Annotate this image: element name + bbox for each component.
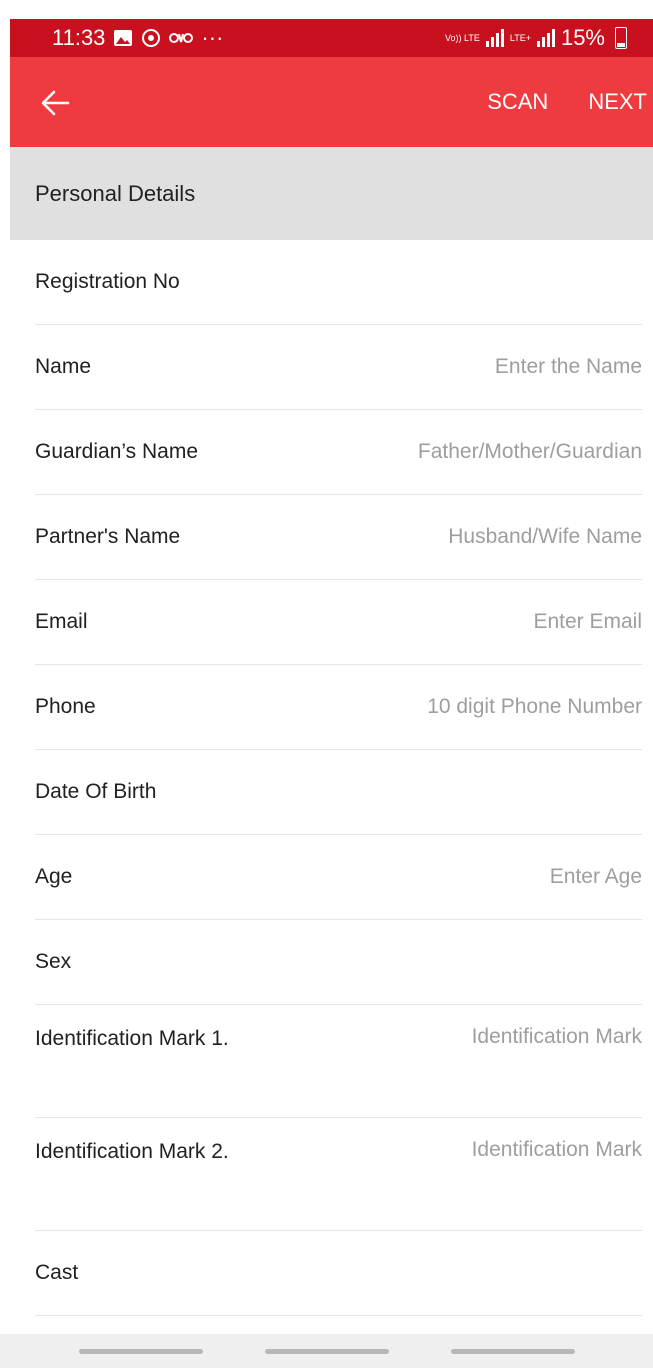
cast-label: Cast — [35, 1261, 79, 1284]
dob-input[interactable] — [322, 780, 642, 804]
id-mark-2-label: Identification Mark 2. — [35, 1140, 229, 1163]
system-nav-bar — [0, 1334, 653, 1368]
dob-label: Date Of Birth — [35, 780, 157, 803]
home-nav-handle[interactable] — [264, 1348, 389, 1354]
gallery-icon — [113, 29, 133, 47]
toolbar: SCAN NEXT — [10, 57, 653, 147]
more-notifications-icon: ··· — [201, 25, 224, 50]
registration-no-label: Registration No — [35, 270, 180, 293]
signal-icon-1 — [485, 29, 504, 47]
sync-icon — [141, 28, 161, 48]
guardian-name-label: Guardian’s Name — [35, 440, 199, 463]
status-left: 11:33 ··· — [10, 25, 223, 51]
status-time: 11:33 — [52, 25, 106, 50]
field-row-id-mark-2[interactable]: Identification Mark 2. — [35, 1118, 642, 1231]
sex-label: Sex — [35, 950, 72, 973]
toolbar-actions: SCAN NEXT — [487, 57, 647, 147]
field-row-registration-no[interactable]: Registration No — [35, 240, 642, 325]
phone-input[interactable] — [322, 695, 642, 719]
field-row-id-mark-1[interactable]: Identification Mark 1. — [35, 1005, 642, 1118]
signal-icon-2 — [536, 29, 555, 47]
scan-button[interactable]: SCAN — [487, 89, 548, 115]
status-bar: 11:33 ··· Vo)) LTE LTE+ 15% — [10, 19, 653, 57]
name-input[interactable] — [322, 355, 642, 379]
network-type-1: Vo)) LTE — [445, 32, 480, 43]
back-nav-handle[interactable] — [450, 1348, 575, 1354]
name-label: Name — [35, 355, 92, 378]
field-row-age[interactable]: Age — [35, 835, 642, 920]
sex-input[interactable] — [322, 950, 642, 974]
network-type-2: LTE+ — [509, 32, 531, 43]
partner-name-label: Partner's Name — [35, 525, 181, 548]
field-row-partner-name[interactable]: Partner's Name — [35, 495, 642, 580]
id-mark-2-input[interactable] — [322, 1138, 642, 1162]
field-row-name[interactable]: Name — [35, 325, 642, 410]
email-input[interactable] — [322, 610, 642, 634]
guardian-name-input[interactable] — [322, 440, 642, 464]
field-row-guardian-name[interactable]: Guardian’s Name — [35, 410, 642, 495]
partner-name-input[interactable] — [322, 525, 642, 549]
ovo-icon — [169, 32, 194, 44]
email-label: Email — [35, 610, 88, 633]
next-button[interactable]: NEXT — [588, 89, 647, 115]
field-row-cast[interactable]: Cast — [35, 1231, 642, 1316]
field-row-sex[interactable]: Sex — [35, 920, 642, 1005]
cast-input[interactable] — [322, 1261, 642, 1285]
id-mark-1-label: Identification Mark 1. — [35, 1027, 229, 1050]
battery-icon — [615, 27, 627, 49]
recents-nav-handle[interactable] — [78, 1348, 203, 1354]
back-arrow-icon[interactable] — [38, 86, 72, 120]
section-header: Personal Details — [10, 147, 653, 240]
registration-no-input[interactable] — [322, 270, 642, 294]
battery-percent: 15% — [560, 25, 605, 50]
age-label: Age — [35, 865, 73, 888]
form-fields: Registration No Name Guardian’s Name Par… — [35, 240, 642, 1316]
field-row-email[interactable]: Email — [35, 580, 642, 665]
age-input[interactable] — [322, 865, 642, 889]
phone-label: Phone — [35, 695, 96, 718]
field-row-phone[interactable]: Phone — [35, 665, 642, 750]
id-mark-1-input[interactable] — [322, 1025, 642, 1049]
field-row-dob[interactable]: Date Of Birth — [35, 750, 642, 835]
status-right: Vo)) LTE LTE+ 15% — [445, 25, 653, 51]
section-title: Personal Details — [35, 180, 196, 206]
